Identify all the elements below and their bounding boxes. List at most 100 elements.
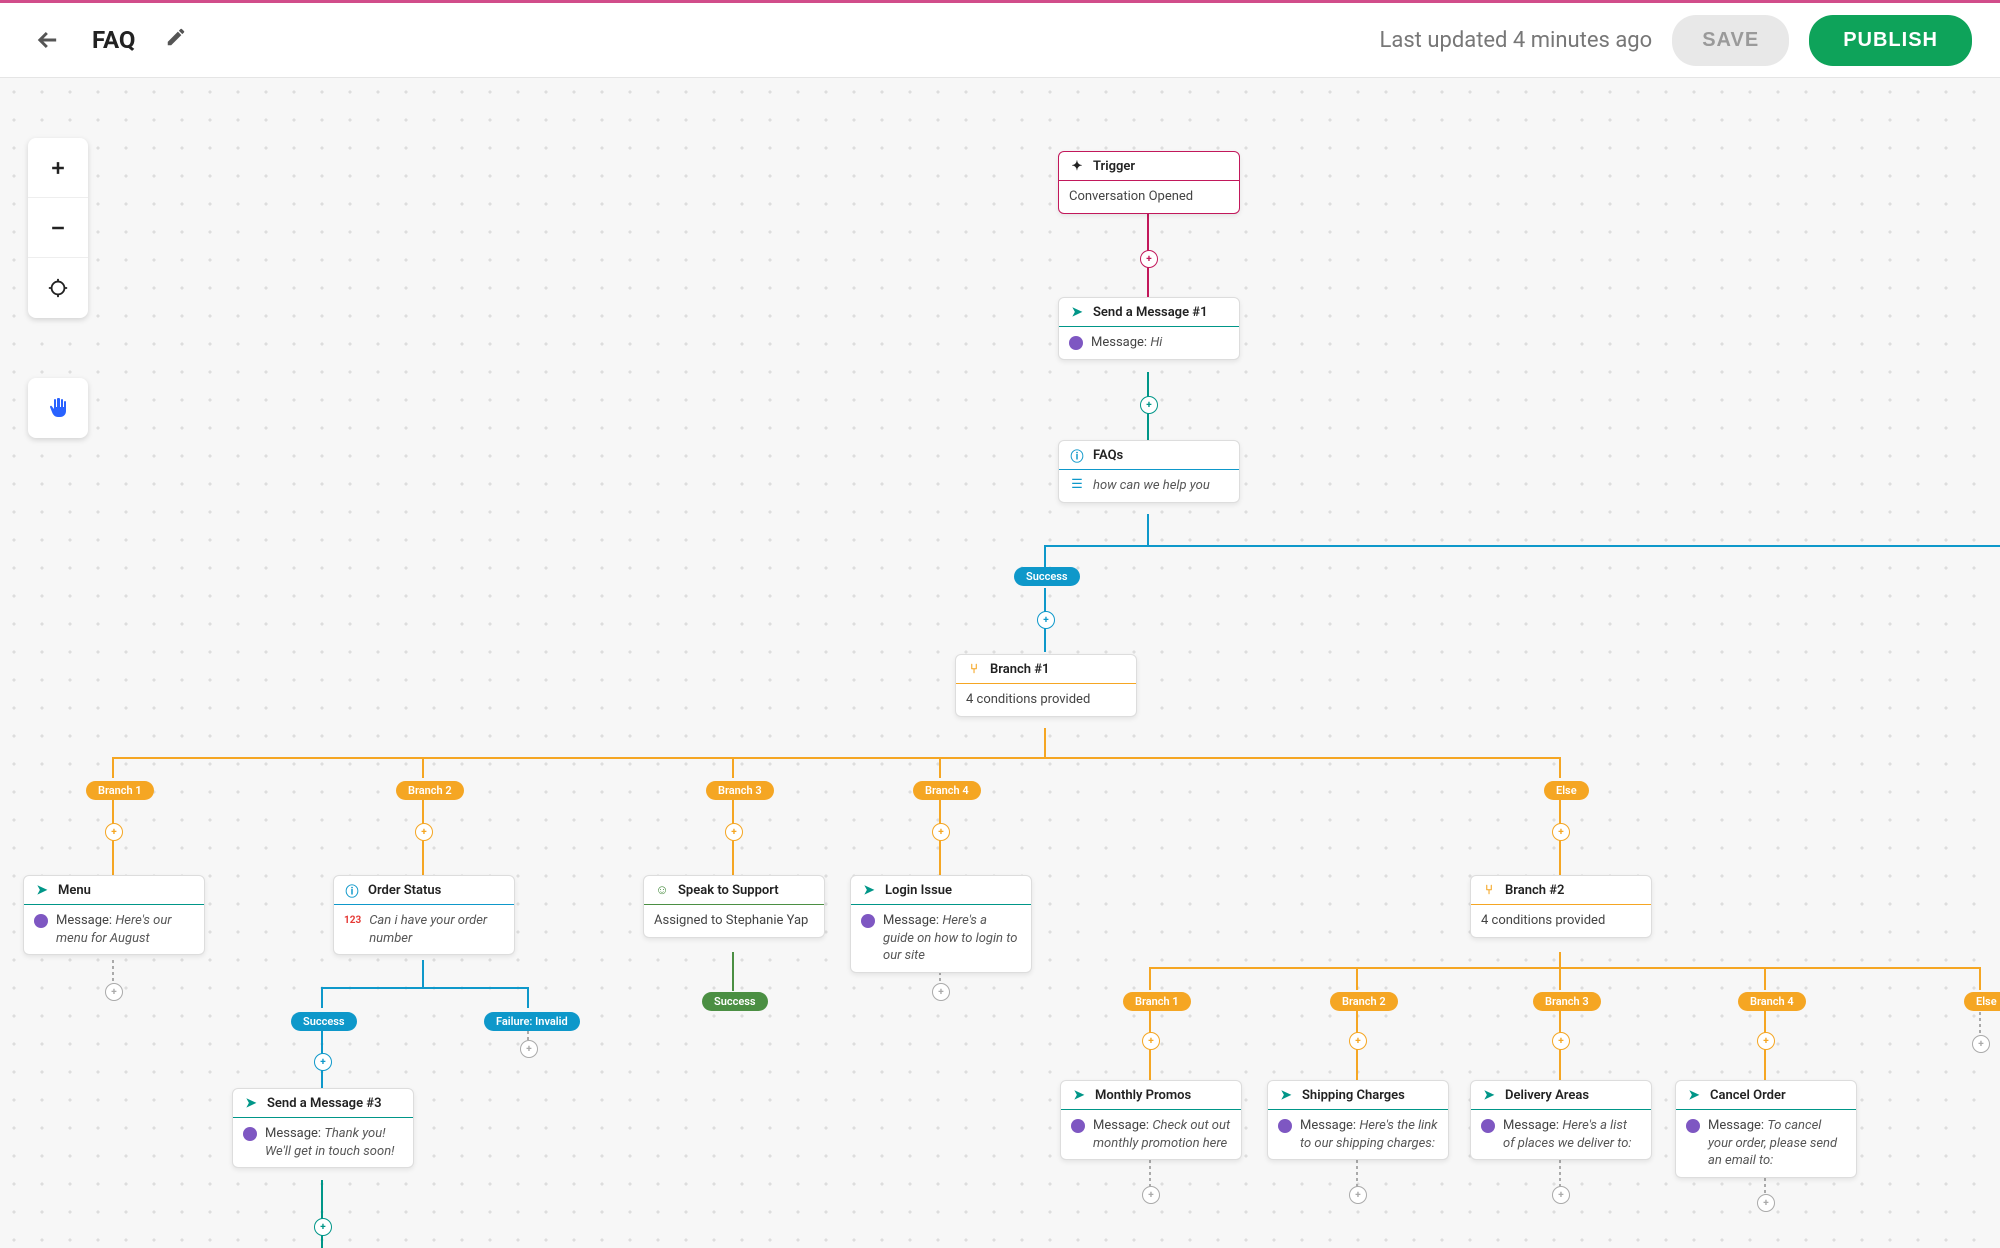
node-menu[interactable]: ➤Menu Message: Here's our menu for Augus… bbox=[23, 875, 205, 955]
message-type-icon bbox=[1278, 1119, 1292, 1133]
add-node-after-send1[interactable]: + bbox=[1140, 396, 1158, 414]
node-body: Message: Here's a list of places we deli… bbox=[1503, 1117, 1641, 1152]
node-title: Trigger bbox=[1093, 159, 1135, 174]
add-node-else[interactable]: + bbox=[1552, 823, 1570, 841]
send-icon: ➤ bbox=[1071, 1087, 1087, 1103]
add-node-branch3[interactable]: + bbox=[725, 823, 743, 841]
node-order-status[interactable]: ⓘOrder Status 123Can i have your order n… bbox=[333, 875, 515, 955]
add-node-b2-3[interactable]: + bbox=[1552, 1032, 1570, 1050]
pill-branch-4: Branch 4 bbox=[913, 781, 981, 800]
number-icon: 123 bbox=[344, 914, 361, 928]
node-login-issue[interactable]: ➤Login Issue Message: Here's a guide on … bbox=[850, 875, 1032, 973]
node-body: Message: Thank you! We'll get in touch s… bbox=[265, 1125, 403, 1160]
add-node-b2-else[interactable]: + bbox=[1972, 1035, 1990, 1053]
node-title: Speak to Support bbox=[678, 883, 779, 898]
send-icon: ➤ bbox=[1481, 1087, 1497, 1103]
node-trigger[interactable]: ✦Trigger Conversation Opened bbox=[1058, 151, 1240, 214]
header-right: Last updated 4 minutes ago SAVE PUBLISH bbox=[1380, 15, 1972, 66]
pan-button[interactable] bbox=[28, 378, 88, 438]
add-node-after-shipping[interactable]: + bbox=[1349, 1186, 1367, 1204]
send-icon: ➤ bbox=[34, 882, 50, 898]
pill-success: Success bbox=[1014, 567, 1080, 586]
node-speak-to-support[interactable]: ☺ Speak to Support Assigned to Stephanie … bbox=[643, 875, 825, 938]
node-send-message-3[interactable]: ➤Send a Message #3 Message: Thank you! W… bbox=[232, 1088, 414, 1168]
add-node-after-cancel[interactable]: + bbox=[1757, 1194, 1775, 1212]
pill-branch-1: Branch 1 bbox=[86, 781, 154, 800]
add-node-order-success[interactable]: + bbox=[314, 1053, 332, 1071]
message-type-icon bbox=[1069, 336, 1083, 350]
minus-icon bbox=[48, 218, 68, 238]
send-icon: ➤ bbox=[1686, 1087, 1702, 1103]
send-icon: ➤ bbox=[1069, 304, 1085, 320]
node-title: Branch #1 bbox=[990, 662, 1049, 677]
plus-icon bbox=[48, 158, 68, 178]
add-node-branch2[interactable]: + bbox=[415, 823, 433, 841]
pill-b2-branch-3: Branch 3 bbox=[1533, 992, 1601, 1011]
node-body: Assigned to Stephanie Yap bbox=[654, 912, 808, 930]
pan-tool-group bbox=[28, 378, 88, 438]
help-icon: ⓘ bbox=[1069, 447, 1085, 463]
add-node-after-login[interactable]: + bbox=[932, 983, 950, 1001]
node-body: Message: Here's the link to our shipping… bbox=[1300, 1117, 1438, 1152]
node-cancel-order[interactable]: ➤Cancel Order Message: To cancel your or… bbox=[1675, 1080, 1857, 1178]
zoom-out-button[interactable] bbox=[28, 198, 88, 258]
node-body: Message: Hi bbox=[1091, 334, 1162, 352]
add-node-after-faqs[interactable]: + bbox=[1037, 611, 1055, 629]
node-title: Send a Message #1 bbox=[1093, 305, 1208, 320]
pencil-icon bbox=[165, 26, 187, 48]
workflow-canvas[interactable]: ✦Trigger Conversation Opened ➤Send a Mes… bbox=[0, 78, 2000, 1248]
list-icon: ☰ bbox=[1069, 477, 1085, 493]
node-title: Shipping Charges bbox=[1302, 1088, 1405, 1103]
node-body: 4 conditions provided bbox=[1481, 912, 1605, 930]
pill-success-2: Success bbox=[291, 1012, 357, 1031]
message-type-icon bbox=[243, 1127, 257, 1141]
arrow-left-icon bbox=[34, 26, 62, 54]
node-delivery-areas[interactable]: ➤Delivery Areas Message: Here's a list o… bbox=[1470, 1080, 1652, 1160]
add-node-after-send3[interactable]: + bbox=[314, 1218, 332, 1236]
add-node-after-promos[interactable]: + bbox=[1142, 1186, 1160, 1204]
node-faqs[interactable]: ⓘFAQs ☰how can we help you bbox=[1058, 440, 1240, 503]
add-node-b2-4[interactable]: + bbox=[1757, 1032, 1775, 1050]
node-title: Branch #2 bbox=[1505, 883, 1564, 898]
node-body: Message: Here's our menu for August bbox=[56, 912, 194, 947]
edit-title-button[interactable] bbox=[159, 25, 193, 55]
pill-success-3: Success bbox=[702, 992, 768, 1011]
pill-b2-branch-1: Branch 1 bbox=[1123, 992, 1191, 1011]
node-shipping-charges[interactable]: ➤ Shipping Charges Message: Here's the li… bbox=[1267, 1080, 1449, 1160]
branch-icon: ⑂ bbox=[966, 661, 982, 677]
pill-branch-3: Branch 3 bbox=[706, 781, 774, 800]
add-node-branch1[interactable]: + bbox=[105, 823, 123, 841]
node-monthly-promos[interactable]: ➤Monthly Promos Message: Check out out m… bbox=[1060, 1080, 1242, 1160]
node-body: how can we help you bbox=[1093, 477, 1210, 495]
add-node-after-trigger[interactable]: + bbox=[1140, 250, 1158, 268]
editor-header: FAQ Last updated 4 minutes ago SAVE PUBL… bbox=[0, 0, 2000, 78]
add-node-branch4[interactable]: + bbox=[932, 823, 950, 841]
node-title: Monthly Promos bbox=[1095, 1088, 1191, 1103]
node-branch-1[interactable]: ⑂ Branch #1 4 conditions provided bbox=[955, 654, 1137, 717]
node-body: Message: To cancel your order, please se… bbox=[1708, 1117, 1846, 1170]
branch-icon: ⑂ bbox=[1481, 882, 1497, 898]
recenter-button[interactable] bbox=[28, 258, 88, 318]
pill-b2-branch-2: Branch 2 bbox=[1330, 992, 1398, 1011]
header-left: FAQ bbox=[28, 25, 193, 55]
add-node-b2-2[interactable]: + bbox=[1349, 1032, 1367, 1050]
save-button[interactable]: SAVE bbox=[1672, 15, 1789, 66]
add-node-after-delivery[interactable]: + bbox=[1552, 1186, 1570, 1204]
node-title: Send a Message #3 bbox=[267, 1096, 382, 1111]
node-title: Login Issue bbox=[885, 883, 952, 898]
zoom-in-button[interactable] bbox=[28, 138, 88, 198]
add-node-order-failure[interactable]: + bbox=[520, 1040, 538, 1058]
node-send-message-1[interactable]: ➤ Send a Message #1 Message: Hi bbox=[1058, 297, 1240, 360]
message-type-icon bbox=[34, 914, 48, 928]
publish-button[interactable]: PUBLISH bbox=[1809, 15, 1972, 66]
crosshair-icon bbox=[47, 277, 69, 299]
node-body: 4 conditions provided bbox=[966, 691, 1090, 709]
node-branch-2[interactable]: ⑂ Branch #2 4 conditions provided bbox=[1470, 875, 1652, 938]
pill-b2-else: Else bbox=[1964, 992, 2000, 1011]
add-node-after-menu[interactable]: + bbox=[105, 983, 123, 1001]
send-icon: ➤ bbox=[1278, 1087, 1294, 1103]
last-updated-text: Last updated 4 minutes ago bbox=[1380, 28, 1653, 53]
back-button[interactable] bbox=[28, 25, 68, 55]
add-node-b2-1[interactable]: + bbox=[1142, 1032, 1160, 1050]
user-icon: ☺ bbox=[654, 882, 670, 898]
